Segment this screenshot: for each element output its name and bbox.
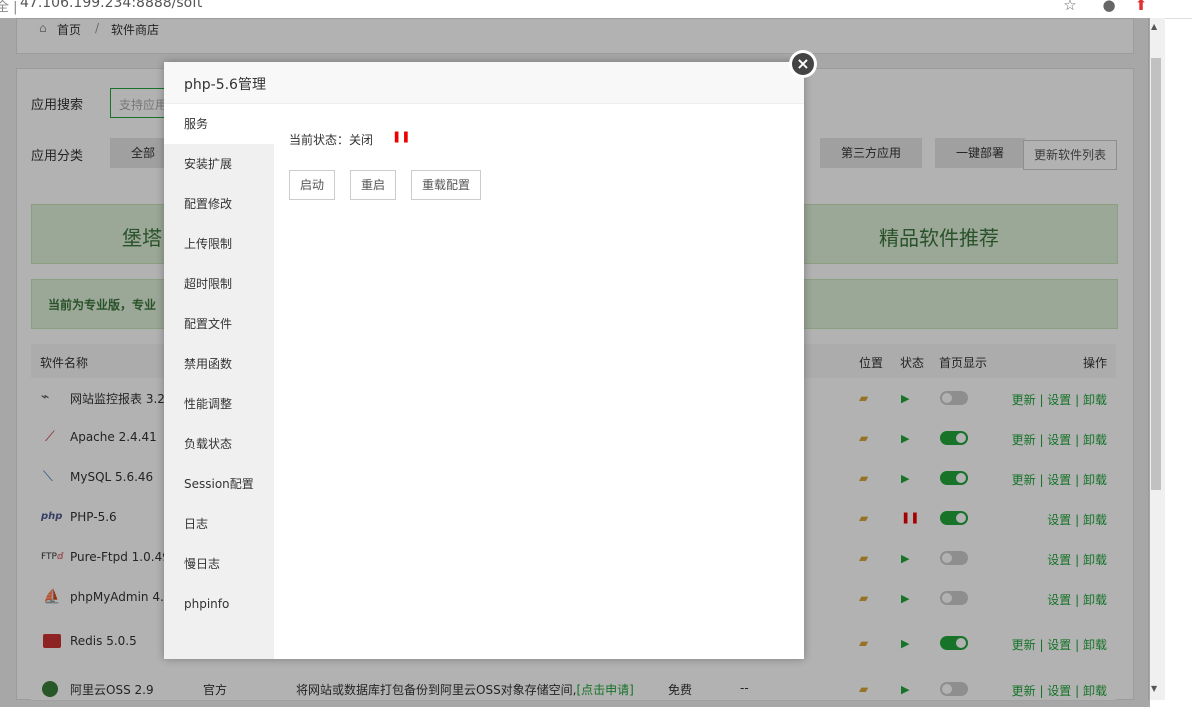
star-icon[interactable]: ☆ bbox=[1061, 0, 1079, 14]
sidebar-item-performance[interactable]: 性能调整 bbox=[164, 384, 274, 424]
close-icon: × bbox=[792, 53, 814, 75]
address-bar: 全 | 47.106.199.234:8888/soft ☆ ● ⬆ bbox=[0, 0, 1192, 19]
scroll-up-arrow[interactable]: ▲ bbox=[1151, 22, 1157, 31]
php-manage-dialog: php-5.6管理 服务 安装扩展 配置修改 上传限制 超时限制 配置文件 禁用… bbox=[164, 62, 804, 659]
service-status-text: 当前状态：关闭 bbox=[289, 133, 374, 147]
close-dialog-button[interactable]: × bbox=[789, 50, 817, 78]
sidebar-item-session-config[interactable]: Session配置 bbox=[164, 464, 274, 504]
sidebar-item-log[interactable]: 日志 bbox=[164, 504, 274, 544]
scroll-down-arrow[interactable]: ▼ bbox=[1151, 684, 1157, 693]
reload-config-button[interactable]: 重载配置 bbox=[411, 170, 481, 200]
profile-icon[interactable]: ● bbox=[1100, 0, 1118, 14]
sidebar-item-slow-log[interactable]: 慢日志 bbox=[164, 544, 274, 584]
update-icon[interactable]: ⬆ bbox=[1132, 0, 1150, 14]
dialog-title: php-5.6管理 bbox=[184, 77, 266, 93]
scrollbar-thumb[interactable] bbox=[1151, 58, 1161, 490]
sidebar-item-service[interactable]: 服务 bbox=[164, 104, 274, 144]
dialog-header: php-5.6管理 bbox=[164, 62, 804, 104]
sidebar-item-config-file[interactable]: 配置文件 bbox=[164, 304, 274, 344]
sidebar-item-upload-limit[interactable]: 上传限制 bbox=[164, 224, 274, 264]
sidebar-item-disabled-functions[interactable]: 禁用函数 bbox=[164, 344, 274, 384]
sidebar-item-config-edit[interactable]: 配置修改 bbox=[164, 184, 274, 224]
dialog-sidebar: 服务 安装扩展 配置修改 上传限制 超时限制 配置文件 禁用函数 性能调整 负载… bbox=[164, 104, 274, 659]
sidebar-item-phpinfo[interactable]: phpinfo bbox=[164, 584, 274, 624]
url-field[interactable]: 47.106.199.234:8888/soft bbox=[20, 0, 202, 11]
security-label: 全 | bbox=[0, 0, 18, 15]
sidebar-item-timeout-limit[interactable]: 超时限制 bbox=[164, 264, 274, 304]
restart-button[interactable]: 重启 bbox=[350, 170, 396, 200]
sidebar-item-load-status[interactable]: 负载状态 bbox=[164, 424, 274, 464]
sidebar-item-extensions[interactable]: 安装扩展 bbox=[164, 144, 274, 184]
start-button[interactable]: 启动 bbox=[289, 170, 335, 200]
stopped-icon: ❚❚ bbox=[392, 130, 411, 143]
